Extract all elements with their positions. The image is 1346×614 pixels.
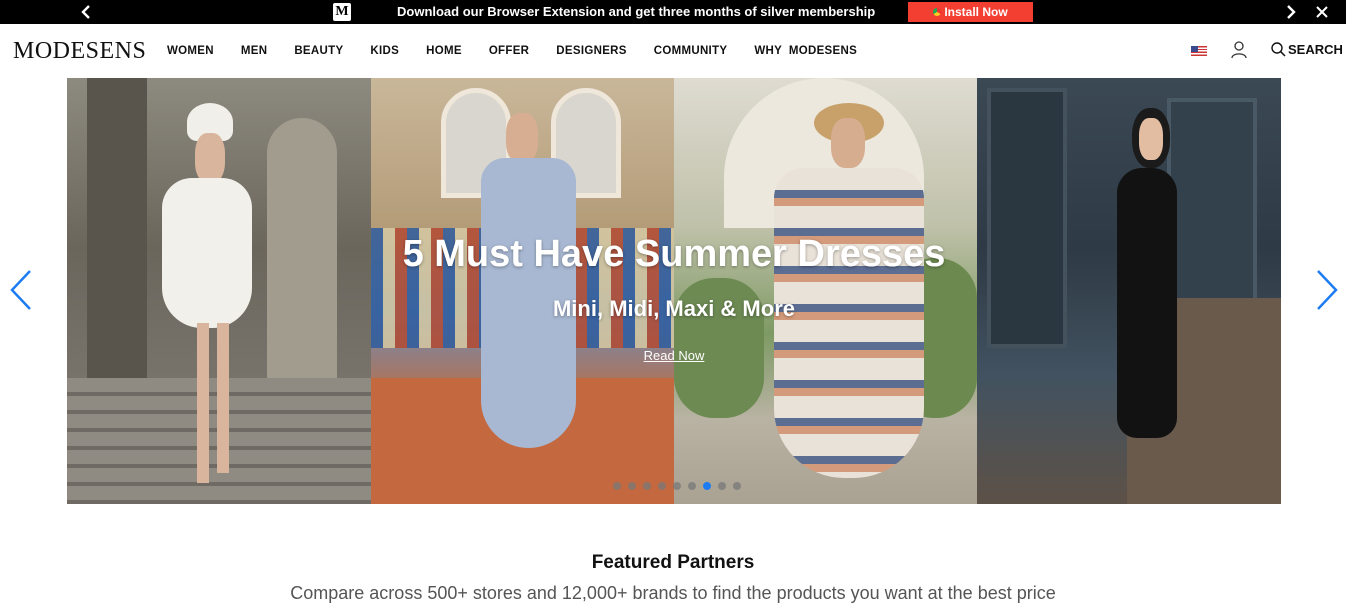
promo-message: Download our Browser Extension and get t… <box>397 4 876 19</box>
brand-logo[interactable]: MODESENS <box>13 38 146 65</box>
promo-prev-button[interactable] <box>74 0 98 24</box>
nav-home[interactable]: HOME <box>426 45 462 57</box>
hero-photo-2 <box>371 78 674 504</box>
hero-subtitle: Mini, Midi, Maxi & More <box>552 296 795 321</box>
promo-banner: M Download our Browser Extension and get… <box>0 0 1346 24</box>
chevron-right-icon[interactable] <box>1314 268 1340 312</box>
nav-why-modesens[interactable]: WHY MODESENS <box>754 45 857 57</box>
chrome-icon <box>933 8 942 16</box>
carousel-dot[interactable] <box>718 482 726 490</box>
search-label: SEARCH <box>1288 42 1343 57</box>
search-button[interactable]: SEARCH <box>1271 42 1343 57</box>
carousel-dot[interactable] <box>613 482 621 490</box>
carousel-dots <box>613 482 741 490</box>
nav-beauty[interactable]: BEAUTY <box>294 45 343 57</box>
site-header: MODESENS WOMEN MEN BEAUTY KIDS HOME OFFE… <box>0 24 1346 78</box>
carousel-dot[interactable] <box>733 482 741 490</box>
featured-partners-title: Featured Partners <box>591 552 755 573</box>
promo-next-button[interactable] <box>1279 0 1303 24</box>
chevron-left-icon[interactable] <box>8 268 34 312</box>
hero-photo-1 <box>67 78 371 504</box>
chevron-right-icon <box>1287 5 1296 19</box>
search-icon <box>1271 42 1286 57</box>
main-nav: WOMEN MEN BEAUTY KIDS HOME OFFER DESIGNE… <box>167 24 884 78</box>
hero-link-wrap: Read Now <box>67 347 1281 365</box>
hero-title: 5 Must Have Summer Dresses <box>402 233 946 275</box>
hero-photo-4 <box>977 78 1281 504</box>
modesens-logo-icon: M <box>333 3 351 21</box>
featured-partners-subtitle: Compare across 500+ stores and 12,000+ b… <box>290 583 1056 603</box>
nav-designers[interactable]: DESIGNERS <box>556 45 626 57</box>
carousel-dot[interactable] <box>673 482 681 490</box>
nav-kids[interactable]: KIDS <box>370 45 399 57</box>
nav-community[interactable]: COMMUNITY <box>654 45 728 57</box>
install-now-button[interactable]: Install Now <box>908 2 1033 22</box>
carousel-dot[interactable] <box>703 482 711 490</box>
user-icon[interactable] <box>1231 41 1247 59</box>
nav-men[interactable]: MEN <box>241 45 267 57</box>
install-now-label: Install Now <box>944 5 1008 19</box>
carousel-dot[interactable] <box>643 482 651 490</box>
carousel-dot[interactable] <box>628 482 636 490</box>
read-now-link[interactable]: Read Now <box>644 348 705 363</box>
nav-women[interactable]: WOMEN <box>167 45 214 57</box>
carousel-dot[interactable] <box>658 482 666 490</box>
carousel-dot[interactable] <box>688 482 696 490</box>
hero-carousel[interactable]: 5 Must Have Summer Dresses Mini, Midi, M… <box>67 78 1281 504</box>
close-icon <box>1316 6 1328 18</box>
us-flag-icon[interactable] <box>1191 46 1207 56</box>
hero-photo-3 <box>674 78 977 504</box>
nav-offer[interactable]: OFFER <box>489 45 529 57</box>
chevron-left-icon <box>81 5 90 19</box>
promo-close-button[interactable] <box>1311 0 1333 24</box>
